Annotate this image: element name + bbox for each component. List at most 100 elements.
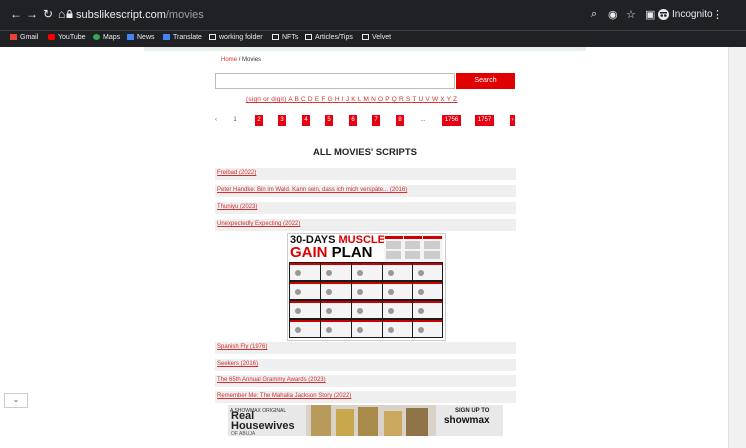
alpha-link-z[interactable]: Z: [453, 96, 457, 103]
movie-link[interactable]: The 65th Annual Grammy Awards (2023): [217, 377, 326, 383]
page-content: Home / Movies Search (sign or digit) A B…: [0, 47, 728, 448]
breadcrumb-home-link[interactable]: Home: [221, 57, 237, 63]
alpha-link-f[interactable]: F: [321, 96, 325, 103]
list-item: The 65th Annual Grammy Awards (2023): [215, 375, 516, 387]
list-item: Thuniyu (2023): [215, 202, 516, 214]
pagination-page[interactable]: 4: [302, 115, 310, 126]
pagination-page[interactable]: 6: [349, 115, 357, 126]
sidepanel-icon[interactable]: ▣: [645, 8, 655, 21]
alpha-link-b[interactable]: B: [294, 96, 299, 103]
breadcrumb-separator: /: [238, 57, 241, 63]
alpha-link-m[interactable]: M: [363, 96, 369, 103]
alpha-link-p[interactable]: P: [385, 96, 389, 103]
home-icon[interactable]: ⌂: [58, 7, 65, 21]
bookmark-youtube[interactable]: YouTube: [48, 34, 86, 41]
pagination-page[interactable]: 1757: [475, 115, 494, 126]
alpha-link-h[interactable]: H: [335, 96, 340, 103]
incognito-icon[interactable]: [658, 9, 669, 20]
alpha-link-e[interactable]: E: [315, 96, 320, 103]
banner-signup: SIGN UP TO: [455, 408, 490, 414]
movie-link[interactable]: Seekers (2016): [217, 361, 258, 367]
banner-logo: showmax: [444, 415, 490, 426]
chevron-down-icon[interactable]: ⌄: [4, 393, 28, 408]
menu-icon[interactable]: ⋮: [712, 8, 723, 21]
url-host: subslikescript.com: [76, 9, 166, 21]
alpha-link-n[interactable]: N: [371, 96, 376, 103]
bookmark-nfts[interactable]: NFTs: [272, 34, 298, 41]
pagination-ellipsis: ...: [420, 117, 426, 123]
reload-icon[interactable]: ↻: [43, 7, 53, 21]
alpha-link-v[interactable]: V: [425, 96, 430, 103]
bookmark-gmail[interactable]: Gmail: [10, 34, 38, 41]
pagination-page[interactable]: 2: [255, 115, 263, 126]
movie-link[interactable]: Peter Handke: Bin im Wald. Kann sein, da…: [217, 187, 407, 193]
maps-icon: [93, 34, 100, 40]
forward-icon[interactable]: →: [26, 7, 38, 21]
alpha-link-u[interactable]: U: [418, 96, 423, 103]
ad-muscle-plan[interactable]: 30-DAYS MUSCLE GAIN PLAN: [287, 233, 446, 341]
incognito-label: Incognito: [672, 9, 713, 20]
alpha-link-r[interactable]: R: [399, 96, 404, 103]
bookmark-label: Gmail: [20, 34, 39, 41]
star-icon[interactable]: ☆: [626, 8, 636, 21]
movie-link[interactable]: Spanish Fly (1976): [217, 344, 267, 350]
banner-cast-image: [306, 405, 436, 436]
alpha-link-x[interactable]: X: [440, 96, 445, 103]
alpha-link-a[interactable]: A: [288, 96, 292, 103]
bookmark-label: Maps: [103, 34, 121, 41]
pagination-page[interactable]: 1756: [442, 115, 461, 126]
folder-icon: [209, 34, 216, 40]
pagination-page[interactable]: 8: [396, 115, 404, 126]
bookmark-news[interactable]: News: [127, 34, 155, 41]
back-icon[interactable]: ←: [10, 7, 22, 21]
alpha-link-q[interactable]: Q: [392, 96, 397, 103]
search-input[interactable]: [215, 73, 455, 89]
bookmark-articles-tips[interactable]: Articles/Tips: [305, 34, 353, 41]
alpha-link-g[interactable]: G: [328, 96, 333, 103]
movie-link[interactable]: Unexpectedly Expecting (2022): [217, 221, 300, 227]
bookmark-working-folder[interactable]: working folder: [209, 34, 263, 41]
tracking-icon[interactable]: ◉: [608, 8, 618, 21]
bookmarks-bar: Gmail YouTube Maps News Translate workin…: [0, 30, 746, 47]
address-bar[interactable]: subslikescript.com/movies: [76, 9, 204, 21]
ad-title-word: PLAN: [331, 244, 373, 261]
zoom-icon[interactable]: ⌕: [591, 8, 597, 21]
list-item: Spanish Fly (1976): [215, 342, 516, 354]
bookmark-translate[interactable]: Translate: [163, 34, 202, 41]
alpha-link-k[interactable]: K: [351, 96, 356, 103]
alpha-link-t[interactable]: T: [412, 96, 416, 103]
folder-icon: [305, 34, 312, 40]
movie-link[interactable]: Freibad (2022): [217, 170, 256, 176]
lock-icon: [66, 10, 73, 18]
bottom-banner-ad[interactable]: A SHOWMAX ORIGINAL Real Housewives OF AB…: [228, 405, 503, 437]
alpha-link-other[interactable]: (sign or digit): [246, 96, 287, 103]
pagination-page[interactable]: 3: [278, 115, 286, 126]
movie-link[interactable]: Thuniyu (2023): [217, 204, 257, 210]
alpha-link-o[interactable]: O: [378, 96, 383, 103]
bookmark-velvet[interactable]: Velvet: [362, 34, 391, 41]
bookmark-maps[interactable]: Maps: [93, 34, 120, 41]
alpha-link-y[interactable]: Y: [447, 96, 451, 103]
pagination-page[interactable]: 5: [325, 115, 333, 126]
pagination-page[interactable]: 7: [372, 115, 380, 126]
youtube-icon: [48, 34, 55, 40]
alpha-link-l[interactable]: L: [358, 96, 362, 103]
alpha-link-d[interactable]: D: [308, 96, 313, 103]
news-icon: [127, 34, 134, 40]
alpha-link-w[interactable]: W: [432, 96, 438, 103]
alpha-link-c[interactable]: C: [301, 96, 306, 103]
pagination-prev[interactable]: ‹: [212, 115, 220, 126]
scrollbar[interactable]: [728, 47, 746, 448]
search-button[interactable]: Search: [456, 73, 515, 89]
movie-link[interactable]: Remember Me: The Mahalia Jackson Story (…: [217, 393, 351, 399]
list-item: Peter Handke: Bin im Wald. Kann sein, da…: [215, 185, 516, 197]
alpha-link-j[interactable]: J: [346, 96, 349, 103]
alpha-link-s[interactable]: S: [406, 96, 411, 103]
top-band: [144, 47, 586, 51]
bookmark-label: Velvet: [372, 34, 392, 41]
breadcrumb: Home / Movies: [221, 57, 261, 63]
pagination-current: 1: [233, 117, 237, 123]
alpha-link-i[interactable]: I: [342, 96, 344, 103]
browser-toolbar: ← → ↻ ⌂ subslikescript.com/movies ⌕ ◉ ☆ …: [0, 0, 746, 30]
pagination-next[interactable]: ›: [510, 115, 515, 126]
